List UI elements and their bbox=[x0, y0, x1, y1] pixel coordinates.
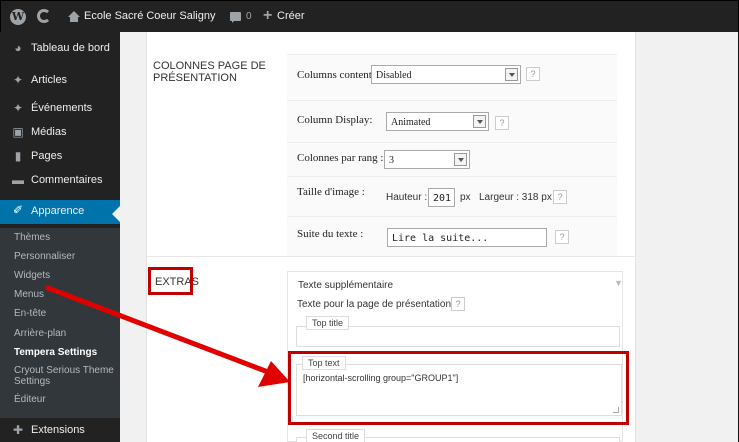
menu-label: Articles bbox=[31, 74, 68, 86]
appearance-submenu: Thèmes Personnaliser Widgets Menus En-tê… bbox=[0, 228, 120, 418]
top-title-legend: Top title bbox=[306, 316, 350, 330]
submenu-tempera-settings[interactable]: Tempera Settings bbox=[14, 347, 97, 358]
chevron-down-icon bbox=[454, 153, 467, 166]
menu-label: Événements bbox=[31, 102, 93, 114]
submenu-customize[interactable]: Personnaliser bbox=[14, 251, 75, 262]
pin-icon: ✦ bbox=[12, 101, 24, 115]
menu-dashboard[interactable]: ◕ Tableau de bord bbox=[0, 38, 120, 60]
menu-articles[interactable]: ✦ Articles bbox=[0, 70, 120, 92]
read-more-input[interactable]: Lire la suite... bbox=[387, 228, 547, 247]
menu-media[interactable]: ▣ Médias bbox=[0, 122, 120, 144]
image-size-label: Taille d'image : bbox=[297, 186, 365, 198]
menu-label: Extensions bbox=[31, 424, 85, 436]
comment-count[interactable]: 0 bbox=[246, 11, 252, 22]
chevron-down-icon bbox=[473, 115, 486, 128]
submenu-background[interactable]: Arrière-plan bbox=[14, 328, 66, 339]
menu-label: Tableau de bord bbox=[31, 42, 110, 54]
customize-icon[interactable] bbox=[37, 9, 51, 23]
top-text-highlight-box bbox=[288, 351, 629, 425]
submenu-cryout-settings[interactable]: Cryout Serious Theme bbox=[14, 365, 114, 376]
submenu-menus[interactable]: Menus bbox=[14, 289, 44, 300]
collapse-icon[interactable]: ▼ bbox=[614, 278, 623, 288]
menu-comments[interactable]: ▬ Commentaires bbox=[0, 170, 120, 192]
submenu-widgets[interactable]: Widgets bbox=[14, 270, 50, 281]
select-value: Disabled bbox=[376, 70, 412, 81]
help-icon[interactable]: ? bbox=[553, 190, 567, 204]
admin-sidebar: ◕ Tableau de bord ✦ Articles ✦ Événement… bbox=[0, 32, 120, 442]
home-icon[interactable] bbox=[68, 11, 80, 22]
dashboard-icon: ◕ bbox=[14, 41, 22, 55]
select-value: 3 bbox=[389, 155, 394, 166]
columns-content-select[interactable]: Disabled bbox=[371, 65, 521, 84]
menu-label: Médias bbox=[31, 126, 67, 138]
help-icon[interactable]: ? bbox=[555, 230, 569, 244]
help-icon[interactable]: ? bbox=[451, 297, 465, 311]
menu-pages[interactable]: ▮ Pages bbox=[0, 146, 120, 168]
height-input[interactable]: 201 bbox=[428, 188, 455, 207]
submenu-cryout-settings-2[interactable]: Settings bbox=[14, 376, 50, 387]
menu-appearance[interactable]: ✐ Apparence bbox=[0, 200, 120, 224]
pin-icon: ✦ bbox=[12, 73, 24, 87]
menu-label: Pages bbox=[31, 150, 63, 162]
chevron-down-icon bbox=[505, 68, 518, 81]
columns-per-row-label: Colonnes par rang : bbox=[297, 152, 384, 164]
menu-plugins[interactable]: ✚ Extensions bbox=[0, 420, 120, 442]
comment-icon[interactable] bbox=[230, 12, 241, 23]
media-icon: ▣ bbox=[12, 125, 24, 139]
menu-label: Apparence bbox=[31, 205, 85, 217]
read-more-label: Suite du texte : bbox=[297, 228, 364, 240]
height-label: Hauteur : bbox=[386, 192, 428, 203]
columns-content-label: Columns content: bbox=[297, 69, 375, 81]
menu-events[interactable]: ✦ Événements bbox=[0, 98, 120, 120]
submenu-header[interactable]: En-tête bbox=[14, 308, 46, 319]
plugin-icon: ✚ bbox=[12, 423, 24, 437]
presentation-text-label: Texte pour la page de présentation bbox=[297, 299, 451, 310]
select-value: Animated bbox=[391, 117, 431, 128]
page-icon: ▮ bbox=[14, 149, 22, 163]
section-divider bbox=[146, 256, 636, 257]
help-icon[interactable]: ? bbox=[526, 67, 540, 81]
menu-label: Commentaires bbox=[31, 174, 103, 186]
submenu-themes[interactable]: Thèmes bbox=[14, 232, 50, 243]
extra-text-title: Texte supplémentaire bbox=[298, 280, 394, 291]
wordpress-logo-icon[interactable]: W bbox=[10, 9, 26, 25]
columns-per-row-select[interactable]: 3 bbox=[384, 150, 470, 169]
height-unit: px bbox=[460, 192, 471, 203]
section-presentation-title-2: PRÉSENTATION bbox=[153, 72, 237, 84]
new-content-link[interactable]: Créer bbox=[277, 10, 305, 22]
help-icon[interactable]: ? bbox=[495, 116, 509, 130]
column-display-select[interactable]: Animated bbox=[386, 112, 489, 131]
brush-icon: ✐ bbox=[12, 203, 24, 217]
plus-icon[interactable]: + bbox=[263, 7, 272, 25]
second-title-legend: Second title bbox=[306, 429, 366, 442]
column-display-label: Column Display: bbox=[297, 114, 373, 126]
extras-highlight-box bbox=[148, 267, 193, 295]
comment-icon: ▬ bbox=[12, 173, 24, 187]
admin-bar: W Ecole Sacré Coeur Saligny 0 + Créer bbox=[0, 0, 739, 32]
width-text: Largeur : 318 px bbox=[479, 192, 552, 203]
submenu-editor[interactable]: Éditeur bbox=[14, 394, 46, 405]
site-name-link[interactable]: Ecole Sacré Coeur Saligny bbox=[84, 10, 215, 22]
